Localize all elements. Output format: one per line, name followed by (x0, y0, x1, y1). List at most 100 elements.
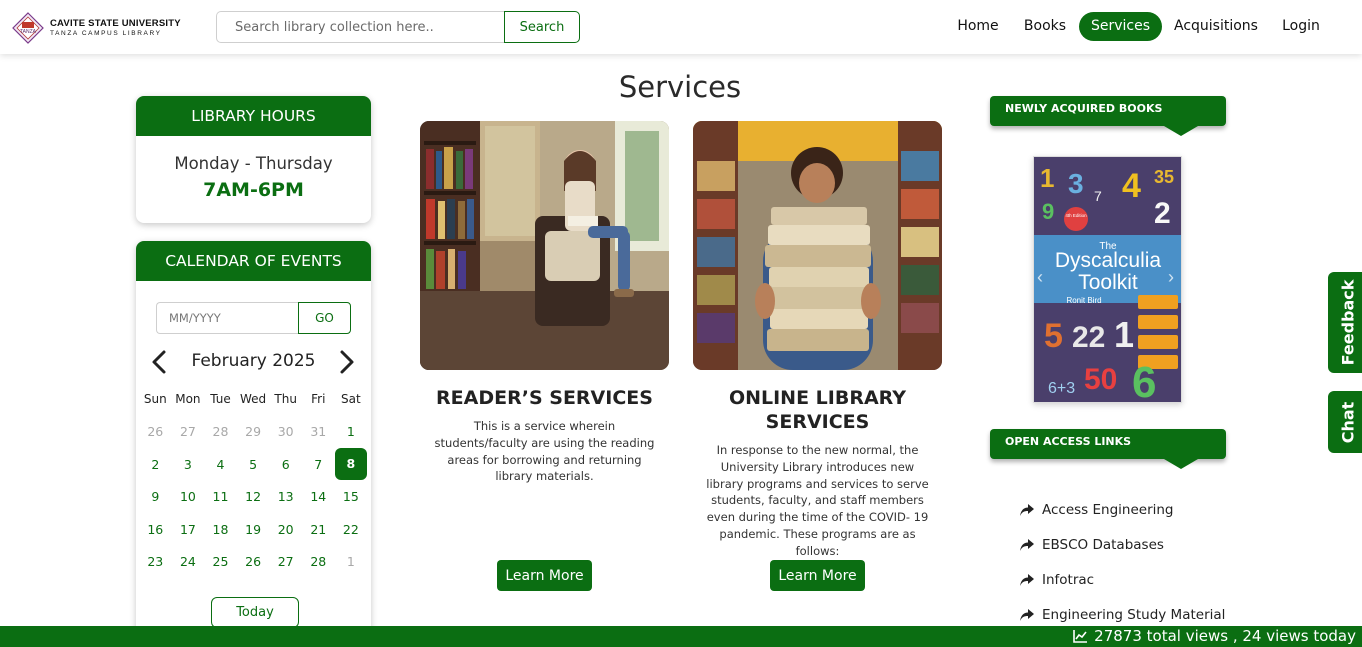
weekday-label: Thu (274, 392, 297, 407)
online-library-services-image (693, 121, 942, 370)
calendar-day[interactable]: 22 (335, 522, 368, 537)
link-access-engineering[interactable]: Access Engineering (1020, 492, 1225, 527)
calendar-day[interactable]: 23 (139, 554, 172, 569)
calendar-day[interactable]: 1 (335, 424, 368, 439)
calendar-day[interactable]: 29 (237, 424, 270, 439)
ribbon-pointer (1164, 459, 1198, 469)
chevron-right-icon[interactable] (336, 345, 358, 379)
svg-text:Toolkit: Toolkit (1078, 271, 1138, 294)
calendar-grid: Sun Mon Tue Wed Thu Fri Sat 26 27 28 29 30 31 1 2 3 4 5 6… (139, 383, 369, 578)
calendar-day[interactable]: 6 (269, 457, 302, 472)
calendar-day[interactable]: 27 (172, 424, 205, 439)
weekday-label: Tue (210, 392, 231, 407)
share-arrow-icon (1020, 538, 1034, 551)
calendar-day[interactable]: 15 (335, 489, 368, 504)
share-arrow-icon (1020, 503, 1034, 516)
brand-title: CAVITE STATE UNIVERSITY (50, 18, 181, 29)
calendar-day[interactable]: 18 (204, 522, 237, 537)
calendar-month-label: February 2025 (191, 351, 316, 371)
ribbon-pointer (1164, 126, 1198, 136)
calendar-day[interactable]: 3 (172, 457, 205, 472)
link-infotrac[interactable]: Infotrac (1020, 562, 1225, 597)
nav-login[interactable]: Login (1274, 12, 1328, 41)
weekday-label: Wed (239, 392, 267, 407)
calendar-day[interactable]: 19 (237, 522, 270, 537)
svg-text:50: 50 (1084, 363, 1117, 396)
page-title: Services (618, 70, 742, 104)
calendar-day[interactable]: 25 (204, 554, 237, 569)
university-logo[interactable]: TANZA (12, 12, 44, 44)
online-learn-more-button[interactable]: Learn More (770, 560, 865, 591)
weekday-label: Fri (311, 392, 326, 407)
online-library-services-title: ONLINE LIBRARY SERVICES (728, 387, 907, 433)
weekday-label: Sat (341, 392, 361, 407)
nav-services[interactable]: Services (1079, 12, 1162, 41)
footer-stats-bar: 27873 total views , 24 views today (0, 626, 1362, 647)
calendar-day[interactable]: 21 (302, 522, 335, 537)
svg-text:3: 3 (1068, 168, 1084, 199)
svg-text:4th Edition: 4th Edition (1065, 213, 1087, 218)
svg-text:6: 6 (1132, 358, 1156, 403)
calendar-week-row: 16 17 18 19 20 21 22 (139, 513, 369, 546)
month-input[interactable] (156, 302, 299, 334)
library-hours-time: 7AM-6PM (203, 179, 304, 201)
calendar-day[interactable]: 17 (172, 522, 205, 537)
calendar-day[interactable]: 20 (269, 522, 302, 537)
calendar-day[interactable]: 16 (139, 522, 172, 537)
share-arrow-icon (1020, 573, 1034, 586)
calendar-weekdays: Sun Mon Tue Wed Thu Fri Sat (139, 383, 369, 416)
calendar-day[interactable]: 30 (269, 424, 302, 439)
open-access-links-list: Access Engineering EBSCO Databases Infot… (1020, 492, 1225, 633)
svg-text:22: 22 (1072, 321, 1105, 354)
line-chart-icon (1073, 630, 1088, 643)
calendar-day[interactable]: 1 (335, 554, 368, 569)
calendar-day[interactable]: 4 (204, 457, 237, 472)
carousel-next-icon[interactable]: › (1168, 267, 1174, 288)
svg-text:2: 2 (1154, 197, 1171, 230)
calendar-week-row: 2345678 (139, 448, 369, 481)
svg-text:5: 5 (1044, 317, 1063, 355)
search-input[interactable] (216, 11, 506, 43)
calendar-day[interactable]: 5 (237, 457, 270, 472)
calendar-day[interactable]: 26 (237, 554, 270, 569)
calendar-day[interactable]: 26 (139, 424, 172, 439)
feedback-tab[interactable]: Feedback (1328, 272, 1362, 373)
calendar-day[interactable]: 12 (237, 489, 270, 504)
today-button[interactable]: Today (211, 597, 299, 628)
search-button[interactable]: Search (504, 11, 580, 43)
calendar-day[interactable]: 13 (269, 489, 302, 504)
newly-acquired-books-header: NEWLY ACQUIRED BOOKS (990, 96, 1226, 126)
svg-text:35: 35 (1154, 167, 1174, 187)
calendar-title: CALENDAR OF EVENTS (136, 241, 371, 281)
link-ebsco-databases[interactable]: EBSCO Databases (1020, 527, 1225, 562)
go-button[interactable]: GO (298, 302, 351, 334)
calendar-day[interactable]: 2 (139, 457, 172, 472)
chat-tab[interactable]: Chat (1328, 391, 1362, 453)
svg-text:9: 9 (1042, 199, 1054, 224)
calendar-day[interactable]: 14 (302, 489, 335, 504)
book-cover[interactable]: 1 3 7 4 35 2 9 4th Edition The Dyscalcul… (1033, 156, 1182, 403)
calendar-day-today[interactable]: 8 (334, 448, 368, 481)
library-hours-days: Monday - Thursday (174, 154, 333, 173)
nav-home[interactable]: Home (950, 12, 1006, 41)
calendar-day[interactable]: 28 (302, 554, 335, 569)
readers-learn-more-button[interactable]: Learn More (497, 560, 592, 591)
open-access-links-header: OPEN ACCESS LINKS (990, 429, 1226, 459)
calendar-day[interactable]: 31 (302, 424, 335, 439)
carousel-prev-icon[interactable]: ‹ (1037, 267, 1043, 288)
svg-text:6+3: 6+3 (1048, 380, 1075, 397)
calendar-day[interactable]: 11 (204, 489, 237, 504)
library-hours-title: LIBRARY HOURS (136, 96, 371, 136)
readers-services-image (420, 121, 669, 370)
calendar-day[interactable]: 27 (269, 554, 302, 569)
online-library-services-description: In response to the new normal, the Unive… (706, 443, 929, 558)
nav-books[interactable]: Books (1018, 12, 1072, 41)
chevron-left-icon[interactable] (148, 345, 170, 379)
calendar-day[interactable]: 28 (204, 424, 237, 439)
calendar-day[interactable]: 10 (172, 489, 205, 504)
calendar-day[interactable]: 9 (139, 489, 172, 504)
calendar-day[interactable]: 24 (172, 554, 205, 569)
calendar-day[interactable]: 7 (302, 457, 335, 472)
view-count-text: 27873 total views , 24 views today (1094, 627, 1356, 645)
nav-acquisitions[interactable]: Acquisitions (1170, 12, 1262, 41)
